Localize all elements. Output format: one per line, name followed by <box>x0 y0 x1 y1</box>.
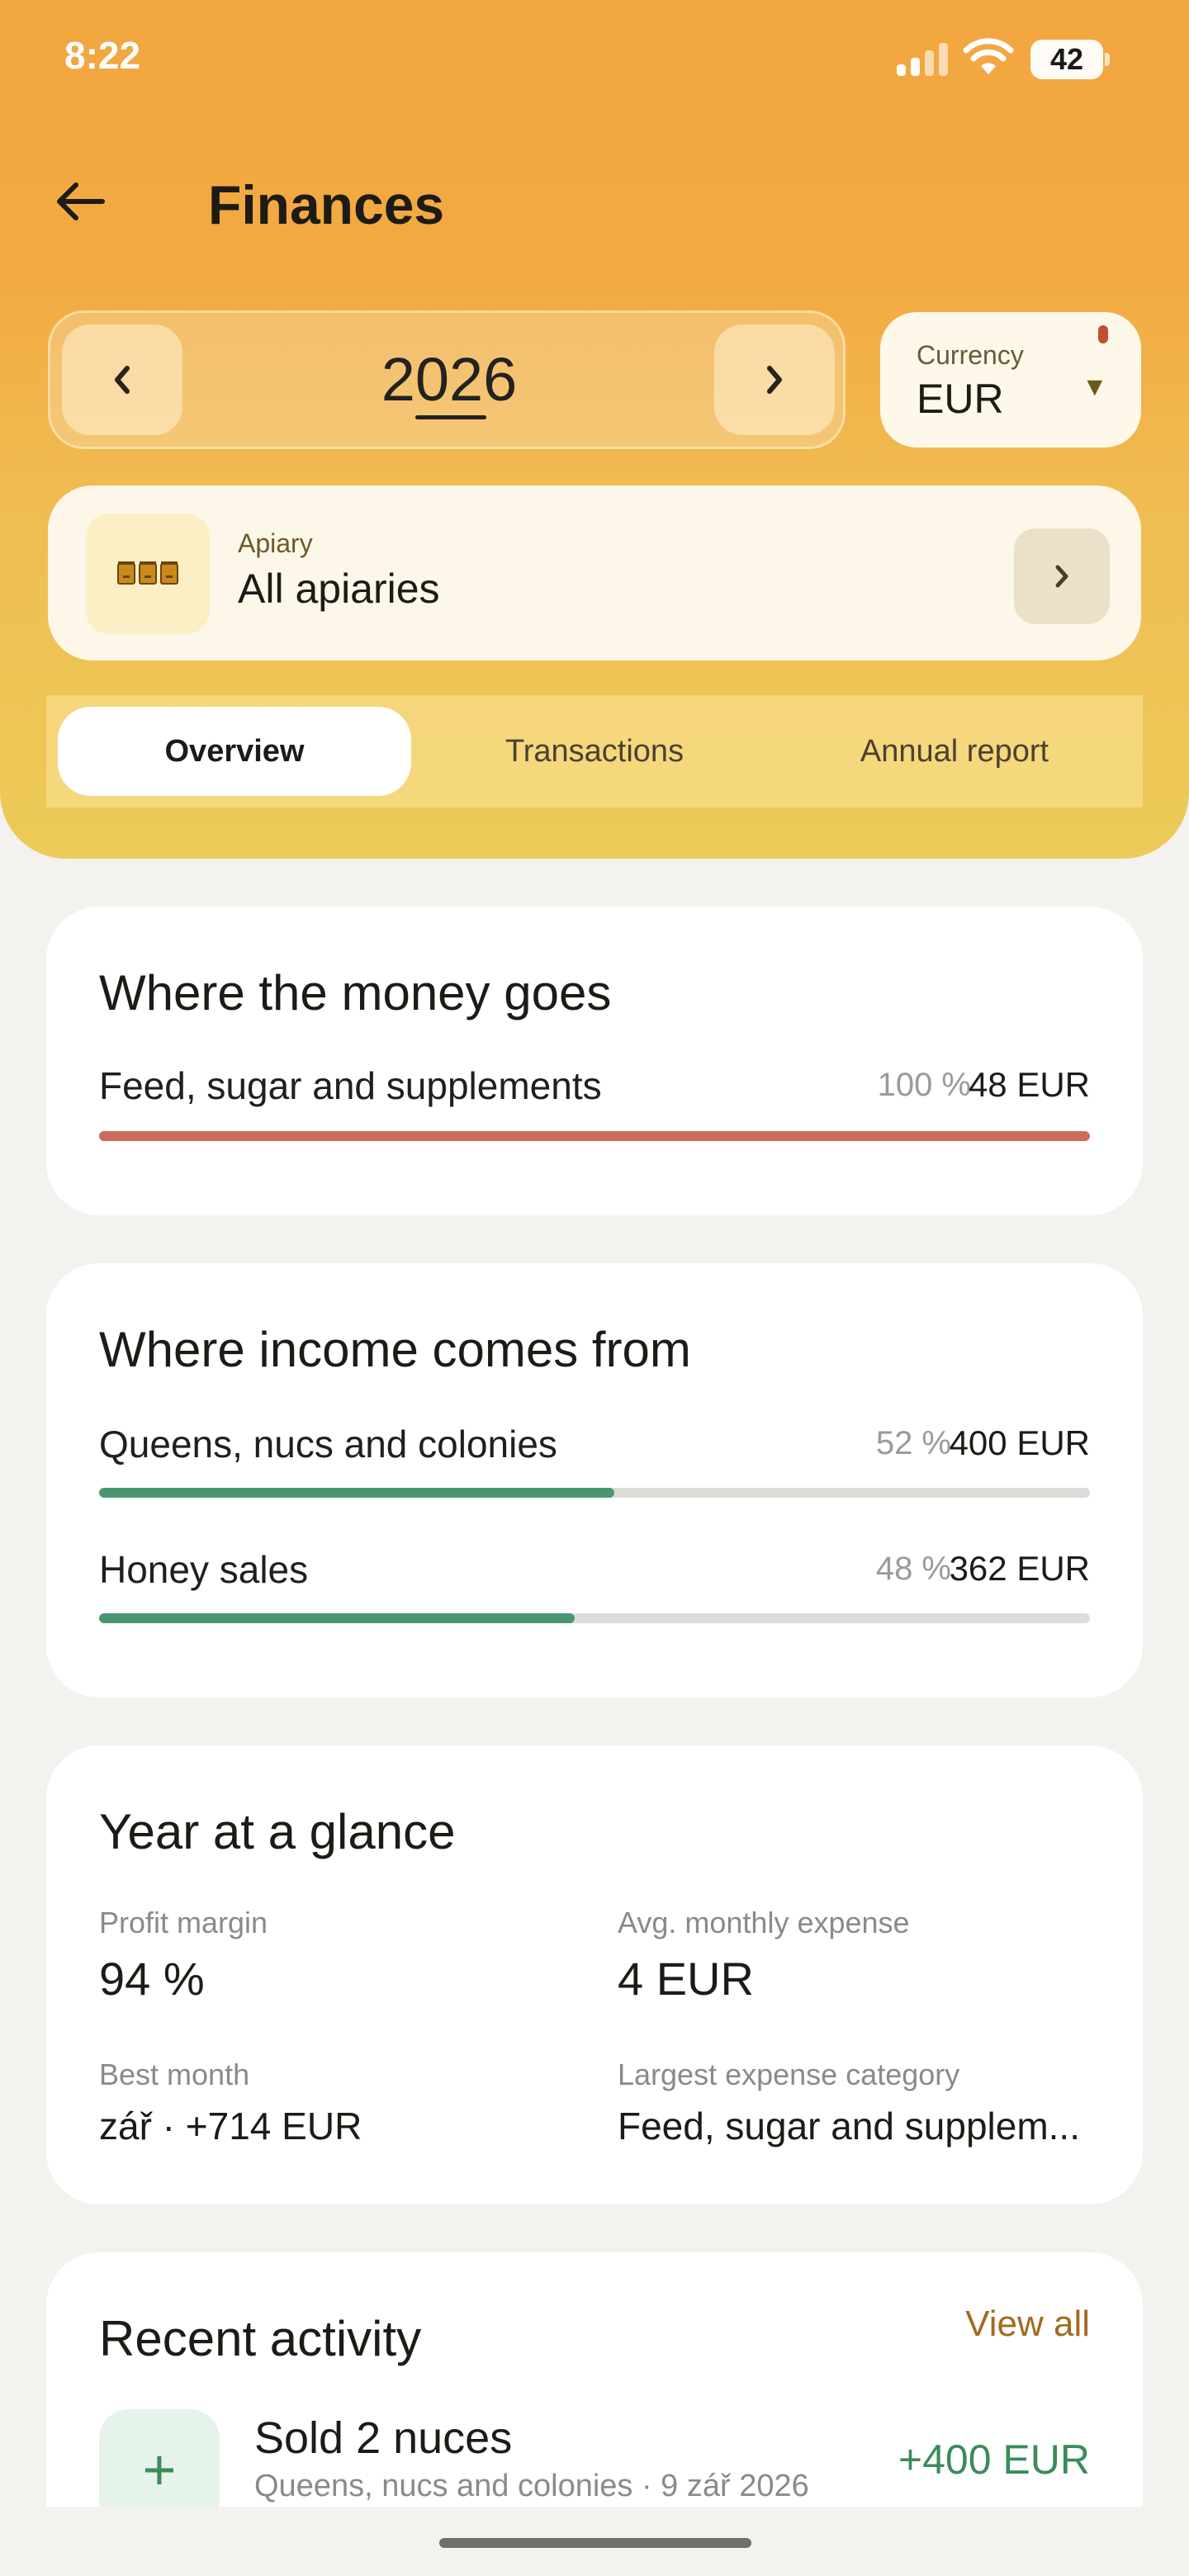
activity-subtitle: Queens, nucs and colonies · 9 zář 2026 <box>254 2469 809 2503</box>
beehives-icon <box>86 514 210 634</box>
indicator-dot <box>1098 325 1108 343</box>
profit-margin-value: 94 % <box>99 1953 205 2005</box>
expense-bar-fill <box>99 1131 1090 1141</box>
income-bar-track <box>99 1613 1090 1623</box>
tab-bar: Overview Transactions Annual report <box>46 695 1143 807</box>
best-month-value: zář · +714 EUR <box>99 2105 362 2147</box>
app-bar: Finances <box>0 149 1189 256</box>
avg-expense-value: 4 EUR <box>618 1953 754 2005</box>
income-category-label: Honey sales <box>99 1548 309 1591</box>
currency-dropdown[interactable]: Currency EUR ▼ <box>880 312 1141 447</box>
expenses-card: Where the money goes Feed, sugar and sup… <box>46 907 1143 1215</box>
income-category-amount: 400 EUR <box>949 1423 1090 1462</box>
cellular-signal-icon <box>897 43 948 76</box>
income-category-percent: 52 % <box>875 1425 951 1461</box>
status-time: 8:22 <box>64 34 141 77</box>
activity-amount: +400 EUR <box>898 2436 1090 2483</box>
currency-label: Currency <box>917 340 1024 370</box>
year-selector: 2026 <box>48 310 846 449</box>
back-button[interactable] <box>46 168 112 234</box>
income-category-percent: 48 % <box>875 1551 951 1587</box>
chevron-right-icon <box>767 366 782 394</box>
header-background: 8:22 42 Finances 2026 Currency EUR ▼ Api… <box>0 0 1189 859</box>
apiary-open-button[interactable] <box>1014 528 1110 624</box>
income-category-label: Queens, nucs and colonies <box>99 1423 557 1466</box>
currency-value: EUR <box>917 376 1004 422</box>
caret-down-icon: ▼ <box>1082 372 1108 401</box>
chevron-right-icon <box>1055 565 1068 588</box>
avg-expense-label: Avg. monthly expense <box>618 1906 910 1939</box>
activity-title[interactable]: Sold 2 nuces <box>254 2413 512 2464</box>
best-month-label: Best month <box>99 2057 250 2091</box>
expense-category-amount: 48 EUR <box>968 1065 1090 1104</box>
view-all-link[interactable]: View all <box>965 2304 1090 2345</box>
income-bar-fill <box>99 1613 575 1623</box>
arrow-left-icon <box>57 182 105 220</box>
page-title: Finances <box>208 174 445 235</box>
apiary-label: Apiary <box>238 528 313 558</box>
status-bar: 8:22 42 <box>0 0 1189 116</box>
income-card: Where income comes from Queens, nucs and… <box>46 1263 1143 1698</box>
expense-category-percent: 100 % <box>877 1067 971 1103</box>
income-bar-track <box>99 1488 1090 1498</box>
year-underline <box>415 415 486 419</box>
largest-category-label: Largest expense category <box>618 2057 960 2091</box>
apiary-value: All apiaries <box>238 566 440 612</box>
income-bar-fill <box>99 1488 614 1498</box>
apiary-selector[interactable]: Apiary All apiaries <box>48 485 1141 661</box>
home-indicator[interactable] <box>439 2538 751 2548</box>
expenses-title: Where the money goes <box>99 965 612 1020</box>
expense-category-label: Feed, sugar and supplements <box>99 1064 602 1107</box>
tab-annual-report[interactable]: Annual report <box>778 707 1131 796</box>
recent-title: Recent activity <box>99 2311 422 2366</box>
expense-bar-track <box>99 1131 1090 1141</box>
glance-title: Year at a glance <box>99 1804 456 1859</box>
income-title: Where income comes from <box>99 1322 691 1377</box>
battery-level: 42 <box>1049 42 1084 76</box>
next-year-button[interactable] <box>714 324 835 435</box>
tab-transactions[interactable]: Transactions <box>418 707 771 796</box>
year-glance-card: Year at a glance Profit margin 94 % Avg.… <box>46 1745 1143 2204</box>
wifi-icon <box>963 38 1014 78</box>
battery-icon: 42 <box>1030 40 1110 79</box>
tab-overview[interactable]: Overview <box>58 707 411 796</box>
income-category-amount: 362 EUR <box>949 1549 1090 1588</box>
profit-margin-label: Profit margin <box>99 1906 268 1939</box>
largest-category-value: Feed, sugar and supplem... <box>618 2105 1080 2147</box>
